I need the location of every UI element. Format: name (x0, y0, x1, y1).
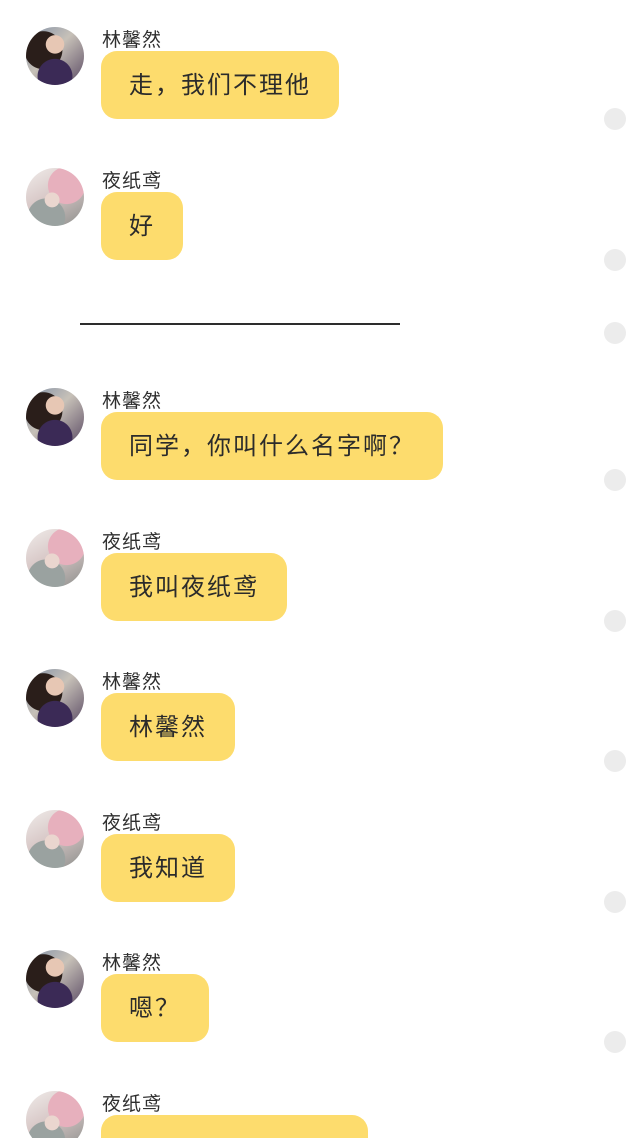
avatar[interactable] (26, 529, 84, 587)
section-divider (80, 323, 400, 325)
sender-name: 夜纸鸢 (102, 812, 163, 834)
sender-name: 林馨然 (102, 390, 163, 412)
circle-dot-icon[interactable] (604, 610, 626, 632)
chat-message: 林馨然 同学，你叫什么名字啊？ (0, 388, 640, 508)
circle-dot-icon[interactable] (604, 108, 626, 130)
message-bubble[interactable]: 走，我们不理他 (101, 51, 339, 119)
avatar[interactable] (26, 388, 84, 446)
message-bubble[interactable]: 我知道 (101, 834, 235, 902)
circle-dot-icon[interactable] (604, 1031, 626, 1053)
circle-dot-icon[interactable] (604, 249, 626, 271)
message-bubble[interactable] (101, 1115, 368, 1138)
sender-name: 夜纸鸢 (102, 170, 163, 192)
chat-message: 夜纸鸢 (0, 1091, 640, 1138)
sender-name: 林馨然 (102, 952, 163, 974)
message-bubble[interactable]: 嗯？ (101, 974, 209, 1042)
sender-name: 夜纸鸢 (102, 1093, 163, 1115)
circle-dot-icon[interactable] (604, 891, 626, 913)
avatar[interactable] (26, 27, 84, 85)
chat-message: 夜纸鸢 我知道 (0, 810, 640, 930)
message-bubble[interactable]: 好 (101, 192, 183, 260)
chat-message: 林馨然 走，我们不理他 (0, 27, 640, 147)
message-bubble[interactable]: 同学，你叫什么名字啊？ (101, 412, 443, 480)
circle-dot-icon[interactable] (604, 750, 626, 772)
avatar[interactable] (26, 950, 84, 1008)
chat-message: 夜纸鸢 我叫夜纸鸢 (0, 529, 640, 649)
sender-name: 夜纸鸢 (102, 531, 163, 553)
chat-message: 夜纸鸢 好 (0, 168, 640, 288)
circle-dot-icon[interactable] (604, 469, 626, 491)
avatar[interactable] (26, 810, 84, 868)
sender-name: 林馨然 (102, 671, 163, 693)
chat-message: 林馨然 嗯？ (0, 950, 640, 1070)
circle-dot-icon[interactable] (604, 322, 626, 344)
avatar[interactable] (26, 1091, 84, 1138)
avatar[interactable] (26, 168, 84, 226)
chat-message: 林馨然 林馨然 (0, 669, 640, 789)
avatar[interactable] (26, 669, 84, 727)
sender-name: 林馨然 (102, 29, 163, 51)
message-bubble[interactable]: 我叫夜纸鸢 (101, 553, 287, 621)
message-bubble[interactable]: 林馨然 (101, 693, 235, 761)
